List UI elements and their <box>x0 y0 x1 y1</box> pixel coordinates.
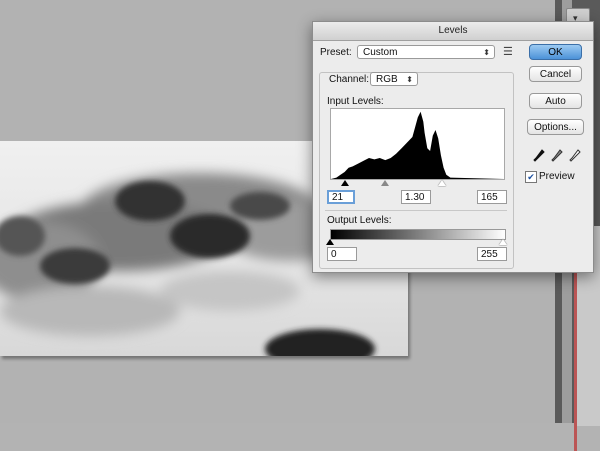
histogram-chart <box>331 111 504 179</box>
preset-menu-icon[interactable]: ☰ <box>503 45 513 58</box>
panel-accent <box>574 271 577 451</box>
levels-dialog: Levels Preset: Custom ⬍ ☰ Channel: RGB ⬍… <box>312 21 594 273</box>
channel-label: Channel: <box>327 74 372 85</box>
preview-checkbox[interactable]: ✔ <box>525 171 537 183</box>
output-white-field[interactable]: 255 <box>477 247 507 261</box>
output-black-field[interactable]: 0 <box>327 247 357 261</box>
chevron-updown-icon: ⬍ <box>406 75 413 84</box>
channel-value: RGB <box>376 74 398 85</box>
histogram <box>330 108 505 180</box>
preview-label: Preview <box>539 171 575 182</box>
input-white-slider[interactable] <box>438 180 446 186</box>
output-levels-label: Output Levels: <box>327 215 392 226</box>
input-black-field[interactable]: 21 <box>327 190 355 204</box>
output-black-slider[interactable] <box>326 239 334 245</box>
output-white-slider[interactable] <box>499 239 507 245</box>
dialog-title: Levels <box>313 22 593 41</box>
preset-label: Preset: <box>320 47 352 58</box>
gray-eyedropper-icon[interactable] <box>551 149 563 166</box>
checkmark-icon: ✔ <box>527 172 535 182</box>
cancel-button[interactable]: Cancel <box>529 66 582 82</box>
input-white-field[interactable]: 165 <box>477 190 507 204</box>
auto-button[interactable]: Auto <box>529 93 582 109</box>
preset-value: Custom <box>363 47 398 58</box>
divider <box>325 210 507 211</box>
chevron-updown-icon: ⬍ <box>483 48 490 57</box>
input-gamma-field[interactable]: 1.30 <box>401 190 431 204</box>
output-gradient <box>330 229 506 240</box>
input-levels-label: Input Levels: <box>327 96 384 107</box>
options-button[interactable]: Options... <box>527 119 584 135</box>
channel-select[interactable]: RGB ⬍ <box>370 72 418 86</box>
histogram-area <box>331 111 504 179</box>
black-eyedropper-icon[interactable] <box>533 149 545 166</box>
white-eyedropper-icon[interactable] <box>569 149 581 166</box>
ok-button[interactable]: OK <box>529 44 582 60</box>
preset-select[interactable]: Custom ⬍ <box>357 45 495 59</box>
input-black-slider[interactable] <box>341 180 349 186</box>
input-gamma-slider[interactable] <box>381 180 389 186</box>
